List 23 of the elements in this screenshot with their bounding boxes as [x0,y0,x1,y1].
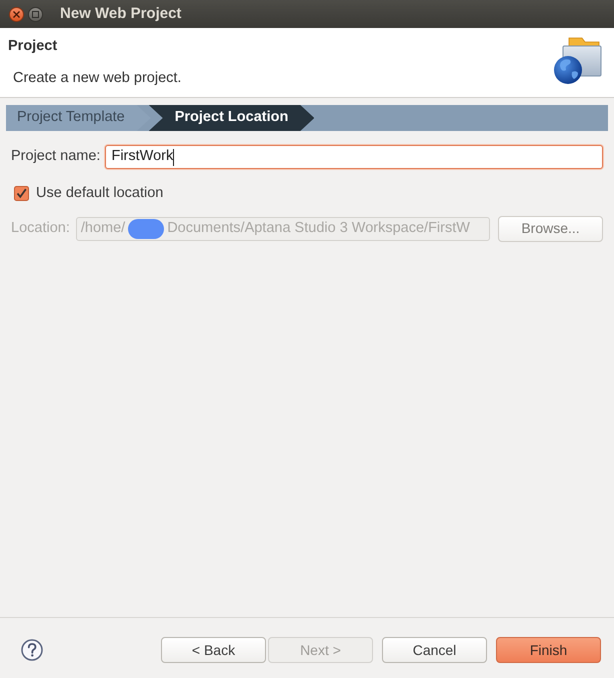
project-name-input[interactable]: FirstWork [105,145,603,169]
wizard-step-tab[interactable]: Project Template [6,105,151,131]
page-description: Create a new web project. [13,68,182,88]
folder-globe-icon [552,36,602,86]
close-button[interactable] [9,6,24,22]
maximize-button[interactable] [28,6,43,22]
wizard-nav-button[interactable]: < Back [161,637,266,663]
maximize-icon [32,10,39,18]
window-title: New Web Project [60,4,182,24]
checkbox[interactable] [14,186,29,202]
wizard-step-tab[interactable]: Project Location [148,105,314,131]
help-icon [21,639,43,661]
dialog-button[interactable]: Finish [496,637,601,663]
text-cursor-icon [173,148,174,166]
project-name-label: Project name: [11,147,100,166]
location-path-end: Documents/Aptana Studio 3 Workspace/FirstW [167,218,470,238]
use-default-location-label: Use default location [36,184,164,203]
help-button[interactable] [21,639,43,661]
page-title: Project [8,37,58,56]
location-label: Location: [11,218,70,238]
dialog-button[interactable]: Cancel [382,637,487,663]
close-icon [13,10,20,18]
location-path-start: /home/ [80,218,126,238]
